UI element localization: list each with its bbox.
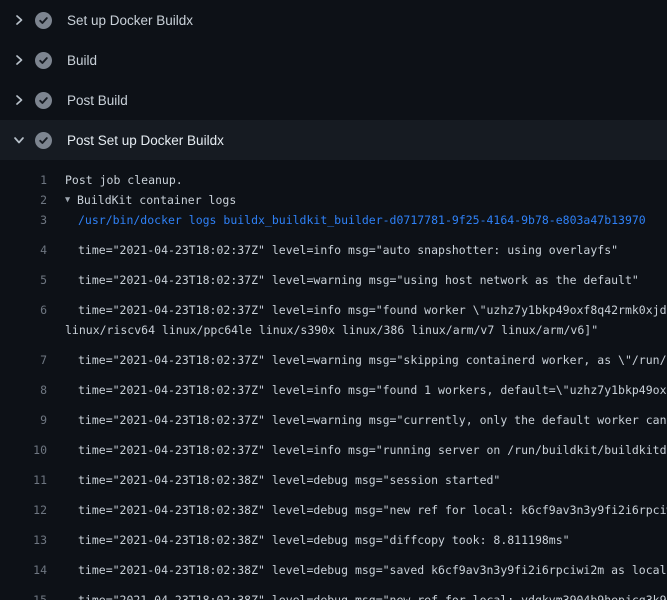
log-line-text: Post job cleanup. <box>65 170 183 190</box>
log-line-text: /usr/bin/docker logs buildx_buildkit_bui… <box>78 210 646 230</box>
log-line-number[interactable]: 4 <box>0 240 47 260</box>
log-line: 7 time="2021-04-23T18:02:37Z" level=warn… <box>0 340 667 370</box>
log-line-number[interactable] <box>0 320 47 340</box>
check-circle-icon <box>35 52 52 69</box>
log-line-number[interactable]: 7 <box>0 350 47 370</box>
check-circle-icon <box>35 12 52 29</box>
log-line: 15 time="2021-04-23T18:02:38Z" level=deb… <box>0 580 667 600</box>
log-line: 14 time="2021-04-23T18:02:38Z" level=deb… <box>0 550 667 580</box>
log-viewer[interactable]: 1 Post job cleanup. 2 ▼ BuildKit contain… <box>0 160 667 600</box>
log-line: 13 time="2021-04-23T18:02:38Z" level=deb… <box>0 520 667 550</box>
log-line-number[interactable]: 5 <box>0 270 47 290</box>
log-line: 9 time="2021-04-23T18:02:37Z" level=warn… <box>0 400 667 430</box>
log-line: 12 time="2021-04-23T18:02:38Z" level=deb… <box>0 490 667 520</box>
workflow-log-panel: Set up Docker Buildx Build Post Build <box>0 0 667 600</box>
log-line-text: time="2021-04-23T18:02:37Z" level=info m… <box>78 440 667 460</box>
chevron-right-icon <box>12 93 26 107</box>
log-line-number[interactable]: 1 <box>0 170 47 190</box>
step-header-set-up-docker-buildx[interactable]: Set up Docker Buildx <box>0 0 667 40</box>
log-line: 11 time="2021-04-23T18:02:38Z" level=deb… <box>0 460 667 490</box>
disclosure-triangle-icon[interactable]: ▼ <box>65 190 77 210</box>
log-line-text: time="2021-04-23T18:02:37Z" level=info m… <box>78 380 667 400</box>
log-line: 5 time="2021-04-23T18:02:37Z" level=warn… <box>0 260 667 290</box>
log-line-text: linux/riscv64 linux/ppc64le linux/s390x … <box>65 320 598 340</box>
check-circle-icon <box>35 92 52 109</box>
log-line: 1 Post job cleanup. <box>0 170 667 190</box>
log-line: 10 time="2021-04-23T18:02:37Z" level=inf… <box>0 430 667 460</box>
log-line-number[interactable]: 12 <box>0 500 47 520</box>
step-label: Build <box>67 53 97 68</box>
log-line-number[interactable]: 10 <box>0 440 47 460</box>
log-line-number[interactable]: 8 <box>0 380 47 400</box>
steps-list: Set up Docker Buildx Build Post Build <box>0 0 667 160</box>
step-label: Post Build <box>67 93 128 108</box>
log-line-number[interactable]: 14 <box>0 560 47 580</box>
log-line-text: BuildKit container logs <box>77 190 236 210</box>
log-line-text: time="2021-04-23T18:02:37Z" level=info m… <box>78 240 618 260</box>
log-line-text: time="2021-04-23T18:02:37Z" level=warnin… <box>78 270 639 290</box>
log-line-number[interactable]: 6 <box>0 300 47 320</box>
log-line-text: time="2021-04-23T18:02:38Z" level=debug … <box>78 470 500 490</box>
log-line: linux/riscv64 linux/ppc64le linux/s390x … <box>0 320 667 340</box>
step-header-post-build[interactable]: Post Build <box>0 80 667 120</box>
step-header-build[interactable]: Build <box>0 40 667 80</box>
log-line-number[interactable]: 9 <box>0 410 47 430</box>
log-line-text: time="2021-04-23T18:02:37Z" level=warnin… <box>78 410 667 430</box>
log-line: 8 time="2021-04-23T18:02:37Z" level=info… <box>0 370 667 400</box>
log-line-text: time="2021-04-23T18:02:38Z" level=debug … <box>78 530 570 550</box>
log-line: 3 /usr/bin/docker logs buildx_buildkit_b… <box>0 210 667 230</box>
log-line-number[interactable]: 2 <box>0 190 47 210</box>
log-line-number[interactable]: 13 <box>0 530 47 550</box>
check-circle-icon <box>35 132 52 149</box>
log-line-number[interactable]: 11 <box>0 470 47 490</box>
chevron-right-icon <box>12 53 26 67</box>
log-line-text: time="2021-04-23T18:02:37Z" level=info m… <box>78 300 667 320</box>
step-label: Post Set up Docker Buildx <box>67 133 224 148</box>
log-line: 6 time="2021-04-23T18:02:37Z" level=info… <box>0 290 667 320</box>
log-line-number[interactable]: 15 <box>0 590 47 600</box>
log-line: 2 ▼ BuildKit container logs <box>0 190 667 210</box>
step-header-post-set-up-docker-buildx[interactable]: Post Set up Docker Buildx <box>0 120 667 160</box>
chevron-down-icon <box>12 133 26 147</box>
log-line-text: time="2021-04-23T18:02:38Z" level=debug … <box>78 500 667 520</box>
chevron-right-icon <box>12 13 26 27</box>
log-line-number[interactable]: 3 <box>0 210 47 230</box>
step-label: Set up Docker Buildx <box>67 13 193 28</box>
log-line: 4 time="2021-04-23T18:02:37Z" level=info… <box>0 230 667 260</box>
log-line-text: time="2021-04-23T18:02:38Z" level=debug … <box>78 590 667 600</box>
log-line-text: time="2021-04-23T18:02:37Z" level=warnin… <box>78 350 667 370</box>
log-line-text: time="2021-04-23T18:02:38Z" level=debug … <box>78 560 667 580</box>
